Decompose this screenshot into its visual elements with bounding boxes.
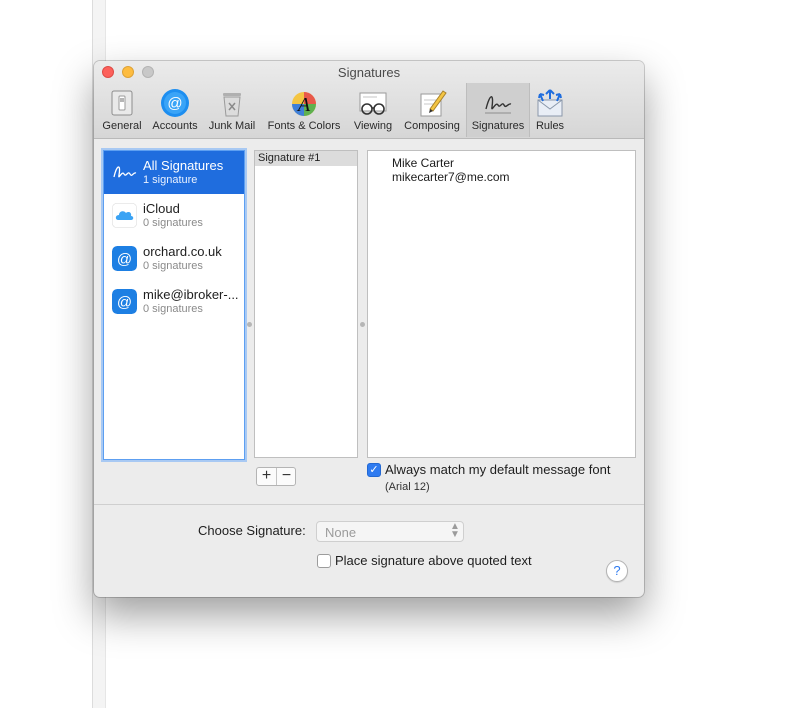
svg-text:A: A: [296, 94, 311, 116]
account-item-orchard[interactable]: @ orchard.co.uk 0 signatures: [104, 237, 244, 280]
at-sign-icon: @: [112, 246, 137, 271]
toolbar-signatures-label: Signatures: [471, 120, 525, 132]
svg-text:@: @: [167, 95, 182, 112]
account-item-icloud[interactable]: iCloud 0 signatures: [104, 194, 244, 237]
icloud-icon: [112, 203, 137, 228]
at-sign-icon: @: [112, 289, 137, 314]
toolbar-rules[interactable]: Rules: [532, 83, 568, 137]
signature-line-name: Mike Carter: [392, 156, 455, 170]
remove-signature-button[interactable]: −: [277, 468, 296, 485]
composing-icon: [420, 90, 447, 117]
account-item-all-signatures[interactable]: All Signatures 1 signature: [104, 151, 244, 194]
add-signature-button[interactable]: +: [257, 468, 276, 485]
toolbar-fonts-colors[interactable]: A Fonts & Colors: [263, 83, 345, 137]
add-remove-buttons: + −: [256, 467, 296, 486]
svg-text:@: @: [117, 294, 132, 311]
toolbar-accounts[interactable]: @ Accounts: [149, 83, 201, 137]
help-button[interactable]: ?: [606, 560, 628, 582]
signatures-icon: [485, 96, 512, 114]
toolbar-rules-label: Rules: [535, 120, 565, 132]
choose-signature-label: Choose Signature:: [198, 523, 306, 538]
chevron-updown-icon: ▲ ▼: [450, 521, 460, 540]
accounts-list[interactable]: All Signatures 1 signature iCloud 0 sign…: [103, 150, 245, 460]
toolbar-general[interactable]: General: [100, 83, 144, 137]
account-signature-count: 1 signature: [143, 174, 198, 186]
signature-editor[interactable]: Mike Carter mikecarter7@me.com: [367, 150, 636, 458]
background-window-left: [0, 0, 92, 708]
section-divider: [94, 504, 644, 505]
toolbar-signatures[interactable]: Signatures: [466, 83, 530, 137]
account-signature-count: 0 signatures: [143, 260, 203, 272]
account-item-ibroker[interactable]: @ mike@ibroker-... 0 signatures: [104, 280, 244, 323]
match-font-label: Always match my default message font: [385, 462, 611, 477]
toolbar-composing-label: Composing: [404, 120, 460, 132]
account-signature-count: 0 signatures: [143, 217, 203, 229]
account-name: iCloud: [143, 201, 180, 216]
viewing-icon: [359, 92, 387, 115]
signatures-list[interactable]: Signature #1: [254, 150, 358, 458]
rules-icon: [537, 89, 563, 117]
toolbar-junk-mail-label: Junk Mail: [208, 120, 256, 132]
toolbar-junk-mail[interactable]: Junk Mail: [205, 83, 259, 137]
toolbar-fonts-colors-label: Fonts & Colors: [267, 120, 341, 132]
choose-signature-select[interactable]: None ▲ ▼: [316, 521, 464, 542]
account-name: mike@ibroker-...: [143, 287, 239, 302]
toolbar-viewing-label: Viewing: [353, 120, 393, 132]
svg-text:@: @: [117, 251, 132, 268]
accounts-icon: @: [161, 89, 189, 117]
match-font-note: (Arial 12): [385, 481, 430, 493]
place-above-checkbox[interactable]: [317, 554, 331, 568]
fonts-colors-icon: A: [292, 92, 316, 116]
titlebar: Signatures General @ Accounts Junk Mail …: [94, 61, 644, 139]
split-view-divider-handle[interactable]: [360, 322, 365, 327]
signature-line-email: mikecarter7@me.com: [392, 170, 510, 184]
split-view-divider-handle[interactable]: [247, 322, 252, 327]
account-name: orchard.co.uk: [143, 244, 222, 259]
account-signature-count: 0 signatures: [143, 303, 203, 315]
window-title: Signatures: [337, 65, 401, 80]
toolbar-accounts-label: Accounts: [152, 120, 198, 132]
toolbar-viewing[interactable]: Viewing: [349, 83, 397, 137]
junk-mail-icon: [223, 93, 241, 117]
toolbar-general-label: General: [102, 120, 142, 132]
account-name: All Signatures: [143, 158, 224, 173]
choose-signature-value: None: [325, 525, 357, 540]
toolbar-composing[interactable]: Composing: [400, 83, 464, 137]
general-icon: [111, 90, 133, 116]
match-font-checkbox[interactable]: ✓: [367, 463, 381, 477]
place-above-label: Place signature above quoted text: [335, 553, 532, 568]
signatures-window: Signatures General @ Accounts Junk Mail …: [94, 61, 644, 597]
signature-item[interactable]: Signature #1: [255, 151, 357, 166]
signature-icon: [113, 166, 137, 178]
